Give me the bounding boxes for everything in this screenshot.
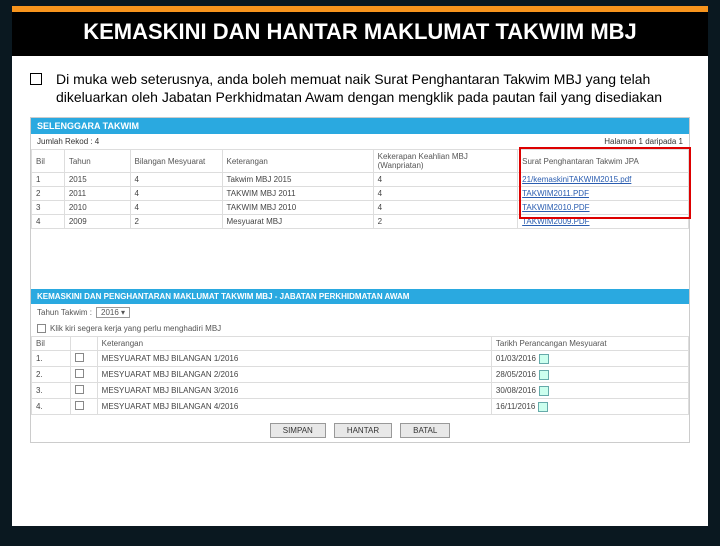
table-row: 1.MESYUARAT MBJ BILANGAN 1/201601/03/201… — [32, 351, 689, 367]
calendar-icon[interactable] — [539, 370, 549, 380]
bullet-square-icon — [30, 73, 42, 85]
calendar-icon[interactable] — [539, 386, 549, 396]
col-kek: Kekerapan Keahlian MBJ (Wanpriatan) — [373, 150, 518, 173]
record-count: Jumlah Rekod : 4 — [37, 137, 99, 146]
p2-col-bil: Bil — [32, 337, 71, 351]
p2-col-ket: Keterangan — [97, 337, 491, 351]
checkbox[interactable] — [37, 324, 46, 333]
table-row: 4.MESYUARAT MBJ BILANGAN 4/201616/11/201… — [32, 399, 689, 415]
bullet-item: Di muka web seterusnya, anda boleh memua… — [30, 70, 690, 108]
p2-col-chk — [71, 337, 97, 351]
title-bar: KEMASKINI DAN HANTAR MAKLUMAT TAKWIM MBJ — [12, 6, 708, 56]
checkbox-label: Klik kiri segera kerja yang perlu mengha… — [50, 324, 221, 333]
page-title: KEMASKINI DAN HANTAR MAKLUMAT TAKWIM MBJ — [52, 18, 668, 46]
col-ket: Keterangan — [222, 150, 373, 173]
panel1-table-wrap: Bil Tahun Bilangan Mesyuarat Keterangan … — [31, 149, 689, 229]
col-bil: Bil — [32, 150, 65, 173]
row-checkbox[interactable] — [75, 369, 84, 378]
col-tahun: Tahun — [64, 150, 130, 173]
row-checkbox[interactable] — [75, 401, 84, 410]
embedded-screenshot: SELENGGARA TAKWIM Jumlah Rekod : 4 Halam… — [30, 117, 690, 443]
col-bilangan: Bilangan Mesyuarat — [130, 150, 222, 173]
panel1-header: SELENGGARA TAKWIM — [31, 118, 689, 134]
save-button[interactable]: SIMPAN — [270, 423, 326, 438]
highlight-red-box — [519, 147, 691, 219]
page-indicator: Halaman 1 daripada 1 — [604, 137, 683, 146]
panel2-table: Bil Keterangan Tarikh Perancangan Mesyua… — [31, 336, 689, 415]
content-area: Di muka web seterusnya, anda boleh memua… — [12, 56, 708, 526]
calendar-icon[interactable] — [538, 402, 548, 412]
bullet-text: Di muka web seterusnya, anda boleh memua… — [56, 70, 690, 108]
year-select[interactable]: 2016 ▾ — [96, 307, 130, 318]
p2-col-tarikh: Tarikh Perancangan Mesyuarat — [491, 337, 688, 351]
panel2: KEMASKINI DAN PENGHANTARAN MAKLUMAT TAKW… — [31, 289, 689, 442]
year-label: Tahun Takwim : — [37, 308, 92, 317]
send-button[interactable]: HANTAR — [334, 423, 392, 438]
panel2-header: KEMASKINI DAN PENGHANTARAN MAKLUMAT TAKW… — [31, 289, 689, 304]
table-row: 3.MESYUARAT MBJ BILANGAN 3/201630/08/201… — [32, 383, 689, 399]
table-row: 2.MESYUARAT MBJ BILANGAN 2/201628/05/201… — [32, 367, 689, 383]
row-checkbox[interactable] — [75, 353, 84, 362]
calendar-icon[interactable] — [539, 354, 549, 364]
row-checkbox[interactable] — [75, 385, 84, 394]
cancel-button[interactable]: BATAL — [400, 423, 450, 438]
